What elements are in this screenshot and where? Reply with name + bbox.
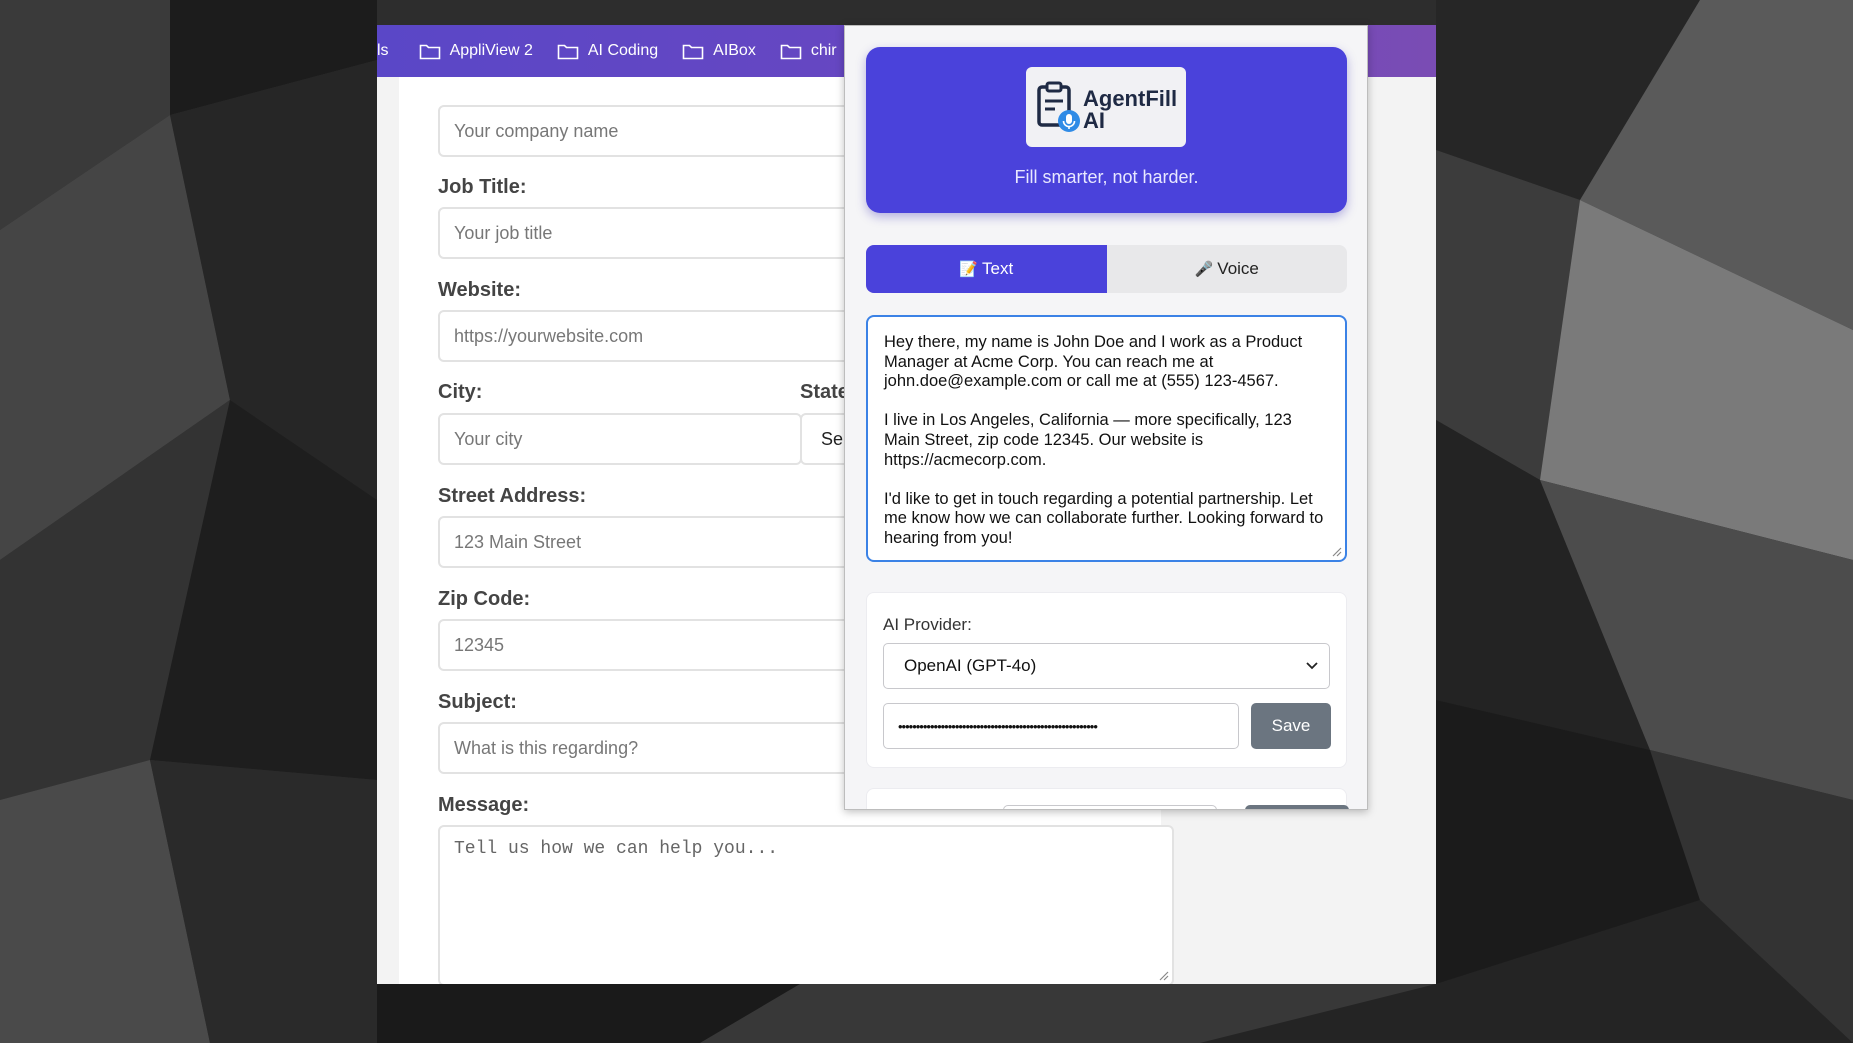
zip-label: Zip Code: (438, 588, 531, 610)
provider-settings-card: AI Provider: OpenAI (GPT-4o) •••••••••••… (866, 592, 1347, 768)
bookmark-label: AppliView 2 (449, 42, 533, 59)
message-placeholder: Tell us how we can help you... (454, 839, 779, 859)
website-label: Website: (438, 279, 521, 301)
bookmark-ai-coding[interactable]: AI Coding (557, 42, 658, 60)
microphone-icon: 🎤 (1194, 261, 1214, 278)
logo: AgentFill AI (1026, 67, 1186, 147)
agentfill-popup: AgentFill AI Fill smarter, not harder. 📝… (844, 25, 1368, 810)
tab-voice[interactable]: 🎤 Voice (1107, 245, 1348, 293)
tab-label: Text (982, 259, 1014, 278)
subject-label: Subject: (438, 691, 517, 713)
memo-icon: 📝 (959, 261, 978, 278)
api-key-input[interactable]: ••••••••••••••••••••••••••••••••••••••••… (883, 703, 1239, 749)
street-label: Street Address: (438, 485, 587, 507)
message-textarea[interactable]: Tell us how we can help you... (438, 825, 1174, 984)
resize-grip-icon[interactable] (1330, 545, 1342, 557)
provider-select[interactable]: OpenAI (GPT-4o) (883, 643, 1330, 689)
message-label: Message: (438, 794, 530, 816)
prompt-textarea[interactable]: Hey there, my name is John Doe and I wor… (866, 315, 1347, 562)
input-mode-tabs: 📝 Text 🎤 Voice (866, 245, 1347, 293)
resize-grip-icon[interactable] (1157, 969, 1169, 981)
bookmark-partial[interactable]: ls (377, 42, 389, 60)
prompt-paragraph: Hey there, my name is John Doe and I wor… (884, 333, 1303, 391)
folder-icon (557, 44, 579, 60)
tab-text[interactable]: 📝 Text (866, 245, 1107, 293)
city-input[interactable]: Your city (438, 413, 802, 465)
clipboard-mic-icon (1037, 81, 1080, 132)
folder-icon (780, 44, 802, 60)
next-section-button[interactable] (1245, 805, 1349, 809)
prompt-paragraph: I'd like to get in touch regarding a pot… (884, 489, 1324, 547)
provider-selected: OpenAI (GPT-4o) (904, 656, 1037, 675)
state-label: State (800, 381, 849, 403)
bookmark-chir[interactable]: chir (780, 42, 837, 60)
tab-label: Voice (1217, 259, 1259, 278)
bookmark-label: AIBox (713, 42, 756, 59)
logo-text: AgentFill AI (1083, 86, 1178, 133)
tagline: Fill smarter, not harder. (1014, 167, 1199, 187)
job-title-label: Job Title: (438, 176, 527, 198)
prompt-paragraph: I live in Los Angeles, California — more… (884, 411, 1292, 469)
provider-label: AI Provider: (883, 615, 972, 634)
next-section-card (866, 788, 1349, 809)
popup-header: AgentFill AI Fill smarter, not harder. (866, 47, 1347, 213)
chevron-down-icon (1306, 662, 1318, 670)
bookmark-label: chir (810, 42, 837, 59)
save-button[interactable]: Save (1251, 703, 1331, 749)
folder-icon (419, 44, 440, 60)
next-section-input[interactable] (1003, 805, 1217, 809)
bookmark-aibox[interactable]: AIBox (682, 42, 756, 60)
city-label: City: (438, 381, 483, 403)
bookmark-label: AI Coding (587, 42, 659, 59)
bookmark-appliview[interactable]: AppliView 2 (419, 42, 533, 60)
folder-icon (682, 44, 704, 60)
